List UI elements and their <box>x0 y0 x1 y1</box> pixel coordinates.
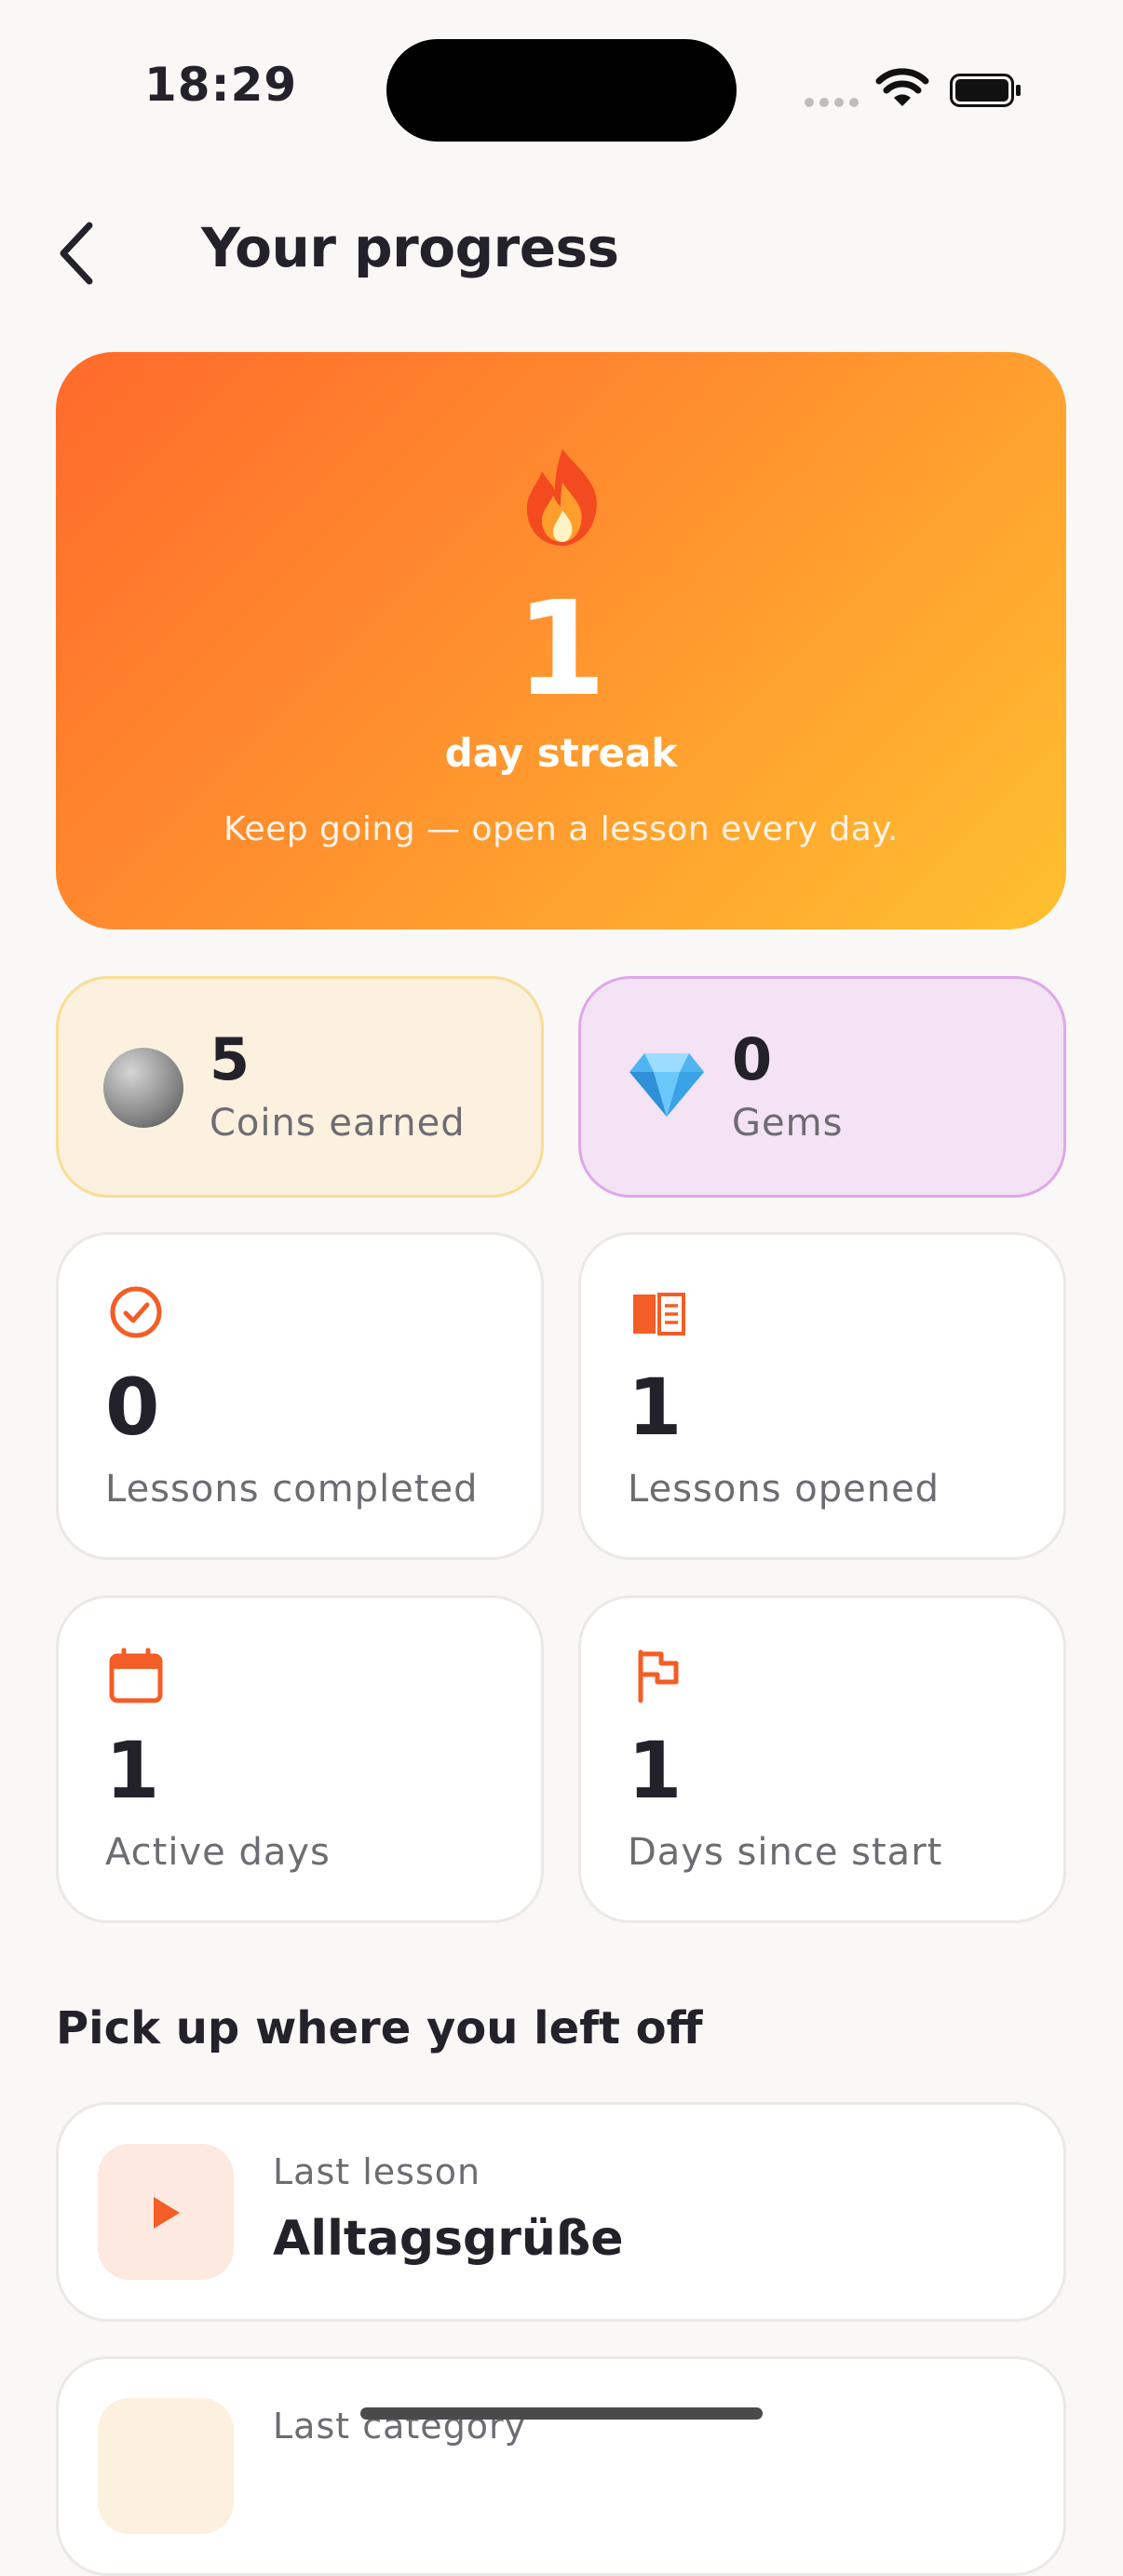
stat-label: Lessons opened <box>628 1468 940 1511</box>
section-heading: Pick up where you left off <box>56 2002 703 2054</box>
stat-value: 1 <box>628 1725 683 1816</box>
wifi-icon <box>875 68 929 106</box>
open-book-icon <box>633 1293 685 1335</box>
back-button[interactable] <box>48 216 104 291</box>
stat-lessons-completed: 0 Lessons completed <box>56 1232 544 1560</box>
home-indicator[interactable] <box>360 2407 763 2420</box>
gem-icon <box>629 1053 704 1117</box>
battery-icon <box>950 74 1021 107</box>
calendar-icon <box>109 1647 163 1703</box>
last-lesson-card[interactable]: Last lesson Alltagsgrüße <box>56 2102 1066 2322</box>
page-title: Your progress <box>201 216 619 279</box>
fire-icon <box>526 449 597 546</box>
status-time: 18:29 <box>144 58 298 112</box>
last-category-card[interactable]: Last category <box>56 2356 1066 2576</box>
gems-label: Gems <box>732 1102 844 1145</box>
dynamic-island <box>386 39 737 142</box>
streak-subtitle: Keep going — open a lesson every day. <box>223 810 899 848</box>
last-category-icon-tile <box>98 2398 234 2534</box>
play-icon <box>154 2197 180 2229</box>
last-lesson-label: Last lesson <box>273 2151 481 2192</box>
stat-value: 1 <box>628 1362 683 1453</box>
coin-icon <box>103 1048 183 1128</box>
streak-label: day streak <box>444 730 678 776</box>
coins-label: Coins earned <box>210 1102 466 1145</box>
coins-value: 5 <box>210 1025 250 1093</box>
streak-card: 1 day streak Keep going — open a lesson … <box>56 352 1066 929</box>
stat-label: Lessons completed <box>105 1468 479 1511</box>
stat-lessons-opened: 1 Lessons opened <box>578 1232 1066 1560</box>
stat-value: 1 <box>105 1725 160 1816</box>
stat-active-days: 1 Active days <box>56 1595 544 1923</box>
check-circle-icon <box>110 1286 162 1338</box>
stat-label: Active days <box>105 1831 331 1874</box>
coins-card: 5 Coins earned <box>56 976 544 1198</box>
stat-label: Days since start <box>628 1831 943 1874</box>
gems-card: 0 Gems <box>578 976 1066 1198</box>
stat-days-since-start: 1 Days since start <box>578 1595 1066 1923</box>
last-lesson-icon-tile <box>98 2144 234 2280</box>
gems-value: 0 <box>732 1025 773 1093</box>
stat-value: 0 <box>105 1362 160 1453</box>
flag-icon <box>638 1649 679 1703</box>
streak-count: 1 <box>515 574 607 725</box>
last-lesson-title: Alltagsgrüße <box>273 2211 624 2267</box>
